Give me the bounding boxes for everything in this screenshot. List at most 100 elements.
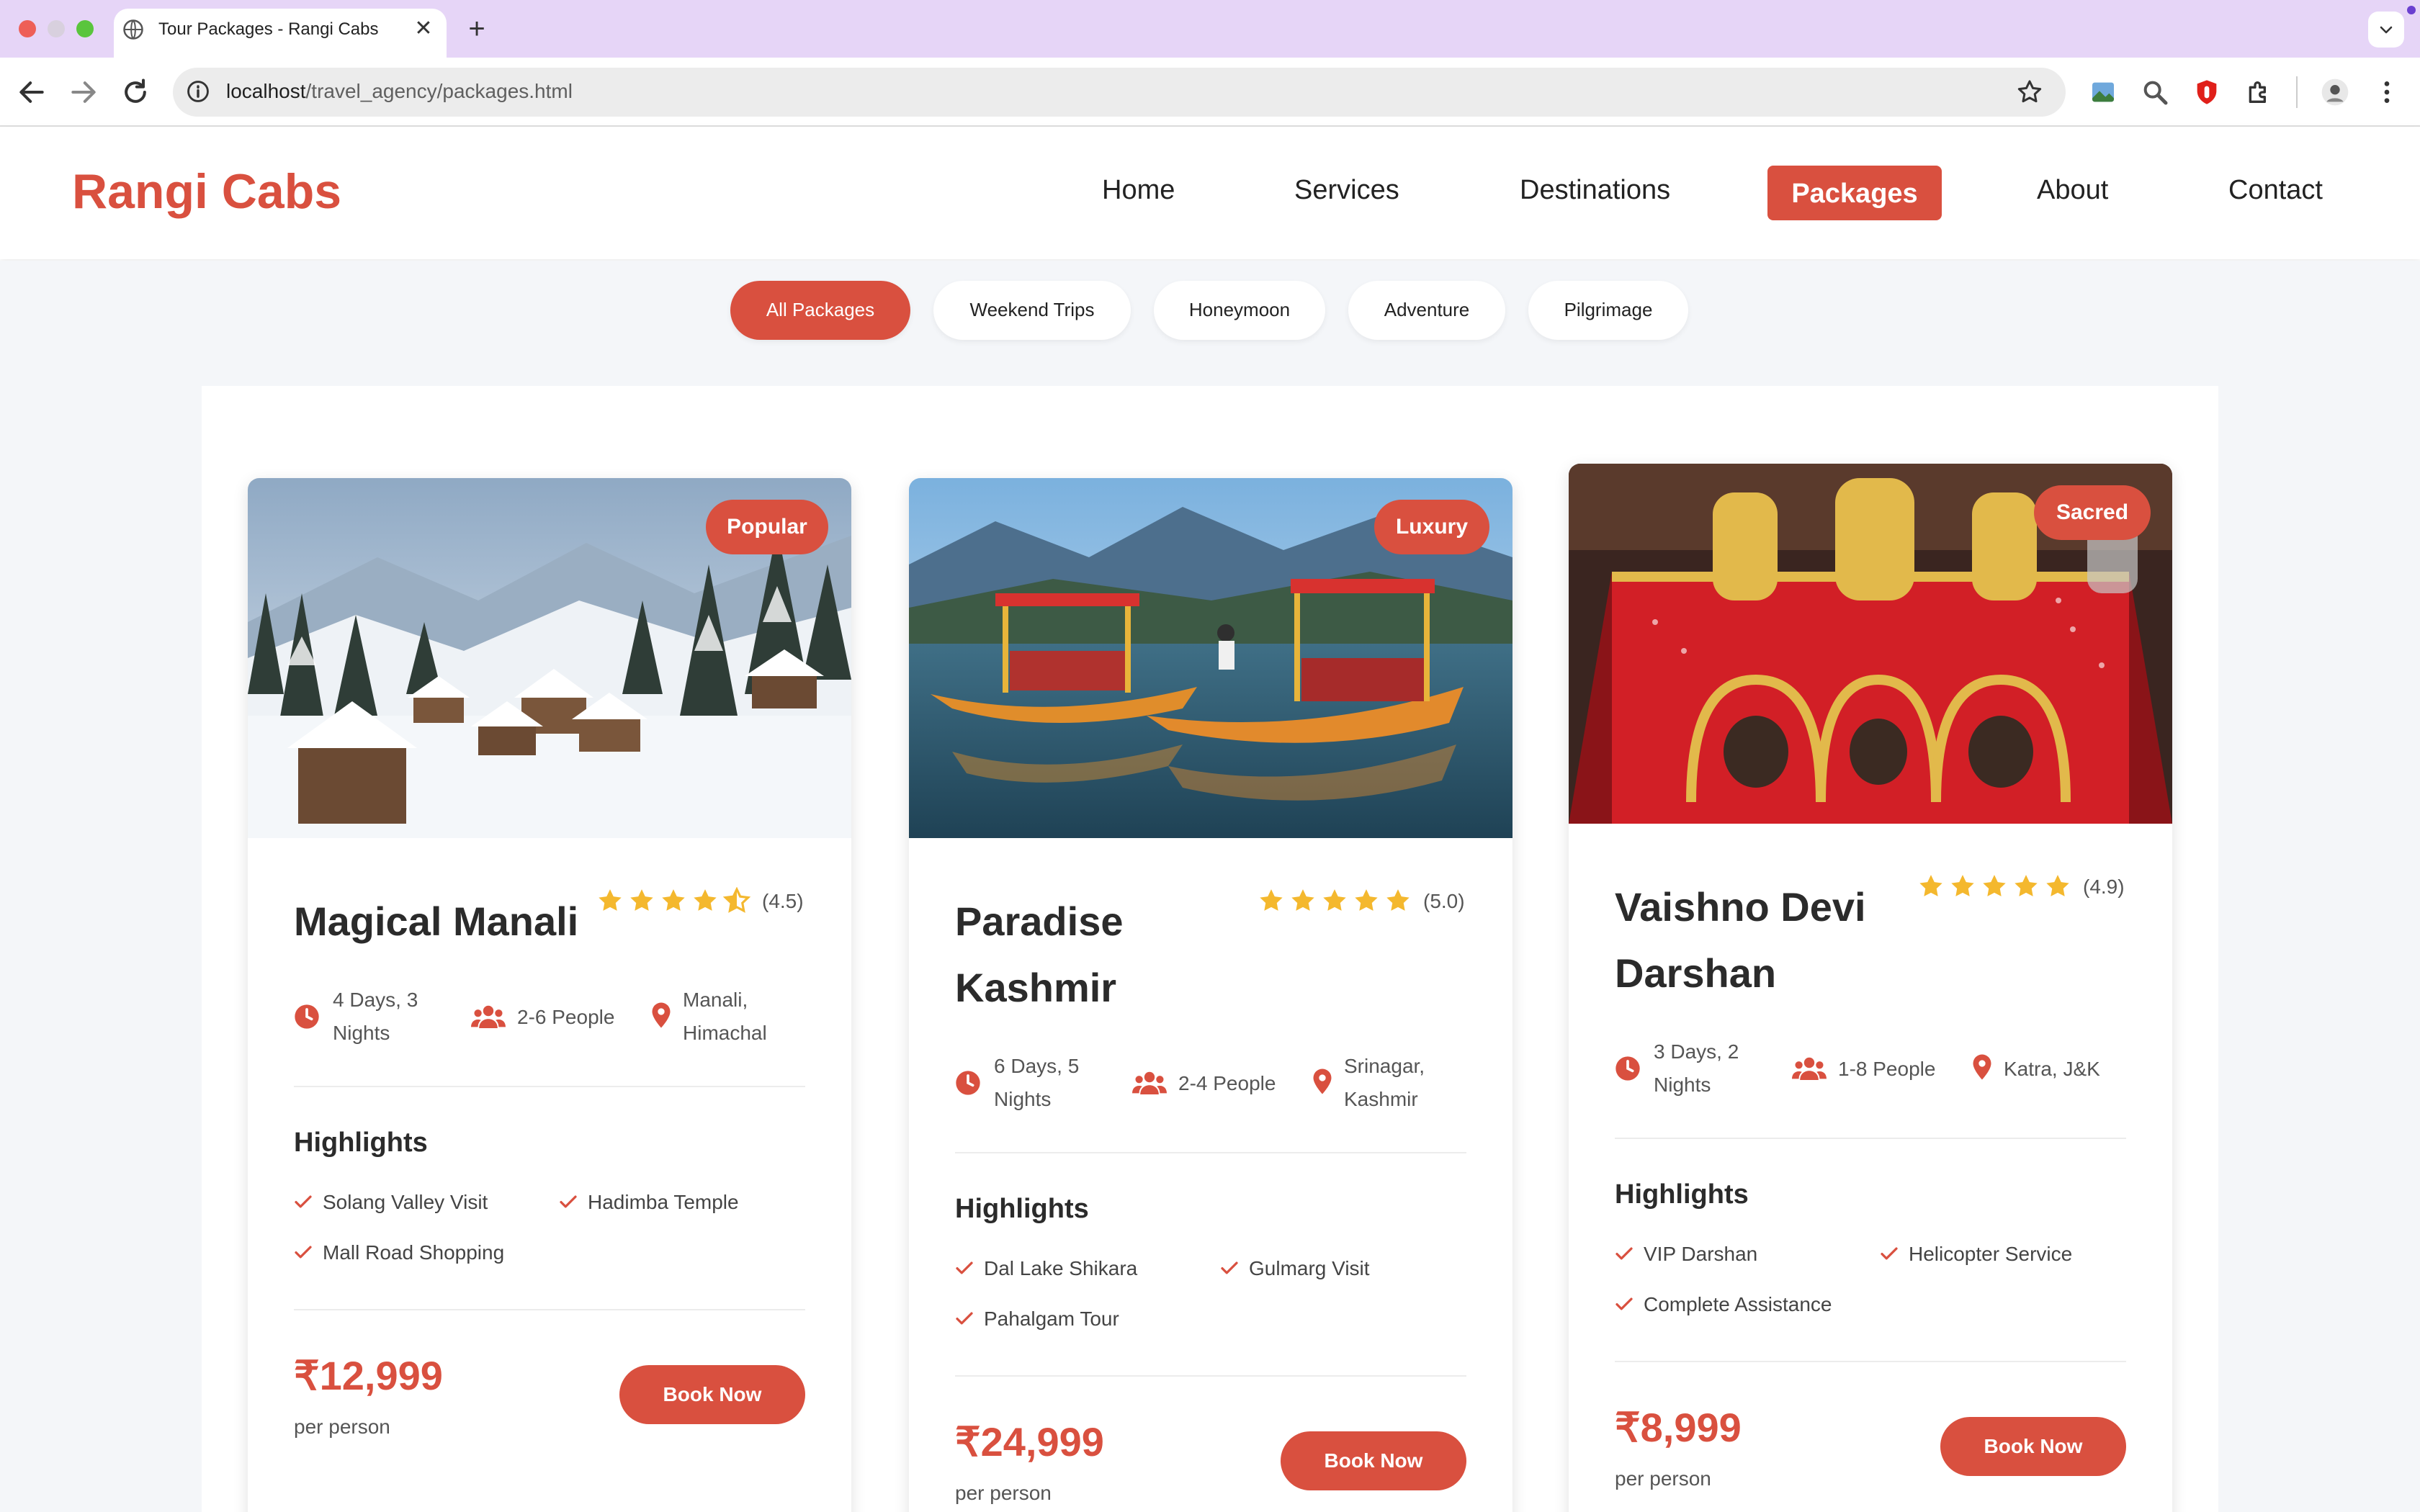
forward-arrow-icon[interactable] (68, 76, 99, 108)
profile-avatar[interactable] (2321, 78, 2349, 107)
highlight-item: Solang Valley Visit (323, 1191, 488, 1213)
highlights-title: Highlights (294, 1128, 428, 1158)
nav-services[interactable]: Services (1294, 175, 1399, 206)
url-host: localhost (226, 80, 306, 102)
package-badge: Popular (706, 500, 828, 554)
price-note: per person (955, 1482, 1052, 1504)
filter-pilgrimage-label: Pilgrimage (1564, 299, 1653, 320)
highlights-title: Highlights (1615, 1179, 1749, 1210)
book-now-button[interactable]: Book Now (1281, 1431, 1466, 1490)
duration-line: Nights (994, 1088, 1052, 1110)
title-line: Darshan (1615, 950, 1777, 996)
rating-stars (1917, 873, 2076, 901)
extension-shield-icon[interactable] (2192, 78, 2221, 107)
clock-icon (295, 1004, 319, 1029)
extension-picture-icon[interactable] (2089, 78, 2118, 107)
reload-icon[interactable] (120, 76, 151, 108)
people-text: 2-6 People (517, 1006, 615, 1028)
star-icon (1983, 875, 2006, 896)
star-icon (2046, 875, 2069, 896)
card-divider (955, 1152, 1466, 1153)
users-icon (471, 1005, 506, 1028)
extension-magnifier-icon[interactable] (2141, 78, 2169, 107)
book-now-button[interactable]: Book Now (619, 1365, 805, 1424)
toolbar-separator (2296, 76, 2298, 108)
location-line: Manali, (683, 989, 748, 1011)
map-pin-icon (1973, 1054, 1991, 1080)
location-line: Kashmir (1344, 1088, 1418, 1110)
duration-line: 3 Days, 2 (1654, 1040, 1739, 1063)
site-logo[interactable]: Rangi Cabs (72, 163, 341, 220)
new-tab-button[interactable]: + (461, 13, 493, 45)
package-badge: Sacred (2034, 485, 2151, 540)
check-icon (956, 1312, 973, 1325)
nav-destinations[interactable]: Destinations (1520, 175, 1670, 206)
filter-adventure-label: Adventure (1384, 299, 1470, 320)
window-zoom-button[interactable] (76, 20, 94, 37)
rating-stars (1258, 887, 1416, 916)
url-text[interactable]: localhost/travel_agency/packages.html (226, 80, 573, 103)
rating-value: (4.5) (762, 890, 804, 912)
kebab-menu-icon[interactable] (2372, 78, 2401, 107)
highlight-item: Helicopter Service (1909, 1243, 2073, 1265)
title-line: Vaishno Devi (1615, 884, 1866, 930)
bookmark-star-icon[interactable] (2015, 78, 2044, 107)
check-icon (1881, 1247, 1898, 1260)
people-text: 2-4 People (1178, 1072, 1276, 1094)
map-pin-icon (652, 1002, 671, 1028)
profile-indicator-dot (2407, 6, 2416, 14)
package-badge: Luxury (1374, 500, 1489, 554)
clock-icon (1615, 1056, 1640, 1081)
rating-value: (4.9) (2083, 876, 2125, 898)
highlight-item: Complete Assistance (1644, 1293, 1832, 1315)
duration-line: 6 Days, 5 (994, 1055, 1080, 1077)
price-note: per person (1615, 1467, 1711, 1490)
package-price: ₹24,999 (955, 1419, 1104, 1464)
card-divider (1615, 1361, 2126, 1362)
extensions-puzzle-icon[interactable] (2244, 78, 2273, 107)
globe-icon (123, 19, 143, 40)
highlight-item: Hadimba Temple (588, 1191, 739, 1213)
back-arrow-icon[interactable] (16, 76, 48, 108)
check-icon (1615, 1247, 1633, 1260)
package-title: Vaishno Devi Darshan (1615, 874, 1917, 1007)
map-pin-icon (1313, 1068, 1332, 1094)
highlight-item: VIP Darshan (1644, 1243, 1758, 1265)
star-icon (662, 889, 685, 911)
star-icon (1260, 889, 1283, 911)
star-half-icon (723, 887, 750, 913)
tab-search-button[interactable] (2368, 12, 2404, 48)
duration-text: 4 Days, 3 Nights (333, 984, 418, 1050)
nav-contact[interactable]: Contact (2228, 175, 2323, 206)
rating-value: (5.0) (1423, 890, 1465, 912)
filter-weekend-trips-label: Weekend Trips (969, 299, 1095, 320)
chevron-down-icon (2380, 26, 2393, 34)
check-icon (1615, 1297, 1633, 1310)
window-minimize-button[interactable] (48, 20, 65, 37)
check-icon (956, 1261, 973, 1274)
nav-about[interactable]: About (2037, 175, 2108, 206)
book-now-button[interactable]: Book Now (1940, 1417, 2126, 1476)
people-text: 1-8 People (1838, 1058, 1936, 1080)
site-info-icon[interactable] (186, 79, 210, 104)
highlight-item: Gulmarg Visit (1249, 1257, 1370, 1279)
filter-honeymoon-label: Honeymoon (1188, 299, 1291, 320)
title-line: Kashmir (955, 965, 1117, 1010)
page-background-right (2218, 386, 2420, 1512)
duration-text: 3 Days, 2 Nights (1654, 1035, 1739, 1102)
users-icon (1132, 1071, 1167, 1094)
package-title: Paradise Kashmir (955, 888, 1258, 1021)
location-line: Srinagar, (1344, 1055, 1425, 1077)
package-price: ₹8,999 (1615, 1405, 1742, 1450)
users-icon (1792, 1057, 1827, 1080)
star-icon (1323, 889, 1346, 911)
card-divider (294, 1086, 805, 1087)
star-icon (1951, 875, 1974, 896)
location-text: Katra, J&K (2004, 1058, 2100, 1080)
location-text: Manali, Himachal (683, 984, 767, 1050)
star-icon (1355, 889, 1378, 911)
check-icon (295, 1195, 312, 1208)
window-close-button[interactable] (19, 20, 36, 37)
tab-close-icon[interactable]: ✕ (409, 14, 438, 43)
nav-home[interactable]: Home (1102, 175, 1175, 206)
